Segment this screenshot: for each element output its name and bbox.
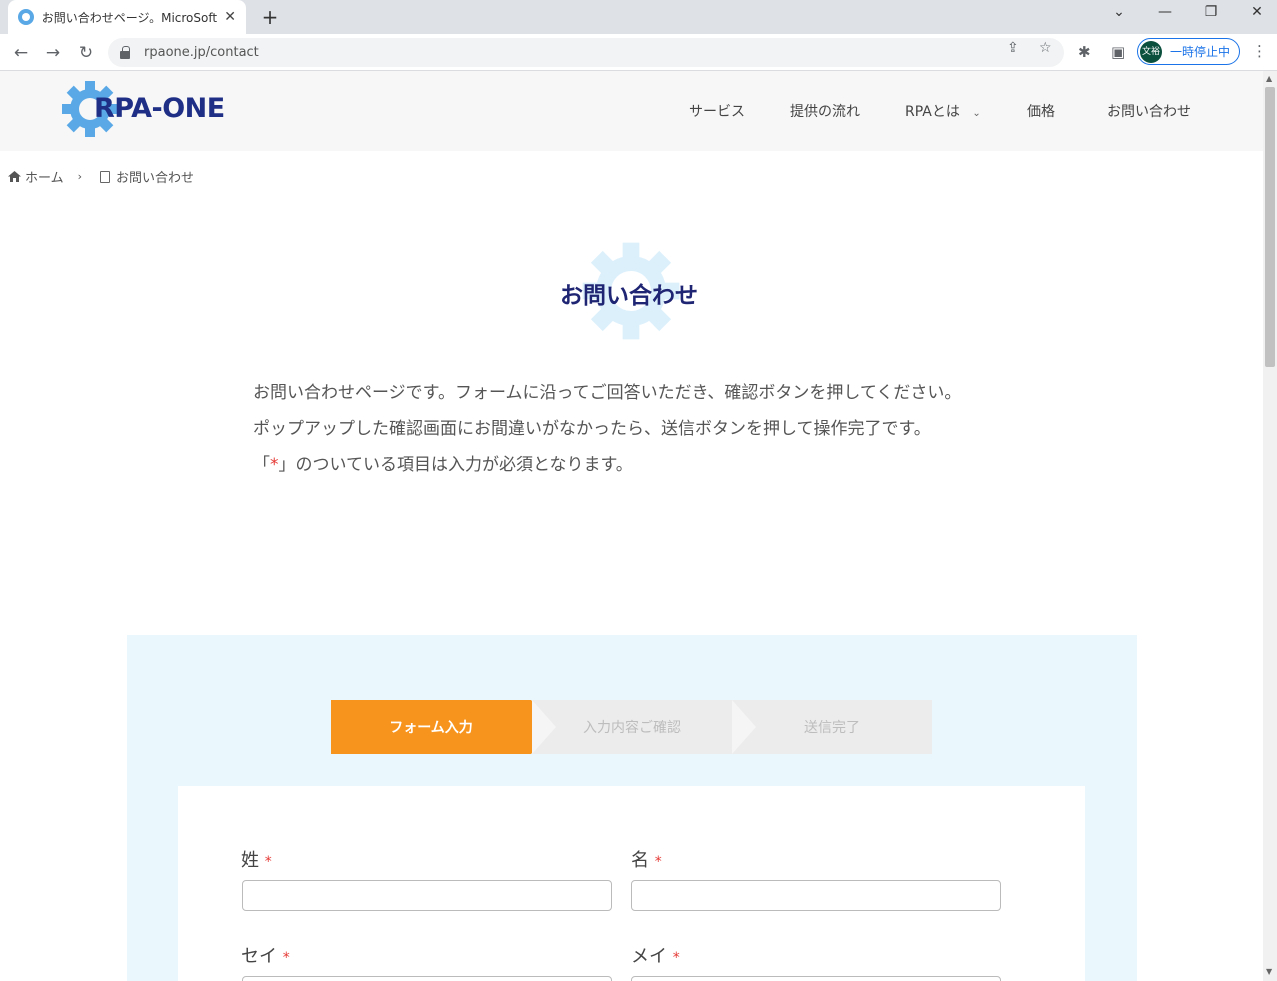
nav-item-price[interactable]: 価格 — [1027, 101, 1055, 121]
document-icon — [100, 170, 111, 183]
intro-line-3-post: 」のついている項目は入力が必須となります。 — [278, 455, 633, 475]
intro-line-1: お問い合わせページです。フォームに沿ってご回答いただき、確認ボタンを押してくださ… — [253, 383, 962, 403]
new-tab-icon[interactable]: + — [258, 5, 282, 29]
intro-text: お問い合わせページです。フォームに沿ってご回答いただき、確認ボタンを押してくださ… — [253, 375, 961, 483]
last-name-kana-label-text: セイ — [241, 946, 277, 967]
side-panel-icon[interactable]: ▣ — [1111, 43, 1125, 61]
nav-item-about-rpa-label: RPAとは — [905, 104, 960, 120]
form-card: 姓 * 名 * セイ * メイ * — [178, 786, 1085, 981]
required-mark: * — [654, 854, 662, 870]
page-viewport: RPA-ONE サービス 提供の流れ RPAとは ⌄ 価格 お問い合わせ ホーム… — [0, 71, 1263, 981]
minimize-icon[interactable]: — — [1152, 4, 1178, 20]
profile-status-label: 一時停止中 — [1170, 45, 1231, 59]
required-mark: * — [282, 950, 290, 966]
chevron-right-icon: › — [77, 170, 83, 183]
restore-icon[interactable]: ❐ — [1198, 4, 1224, 20]
first-name-kana-label: メイ * — [631, 942, 680, 968]
breadcrumb-current: お問い合わせ — [116, 171, 195, 186]
address-bar[interactable]: rpaone.jp/contact — [108, 38, 1064, 67]
last-name-input[interactable] — [242, 880, 612, 911]
nav-item-contact[interactable]: お問い合わせ — [1107, 101, 1191, 121]
close-window-icon[interactable]: ✕ — [1244, 4, 1270, 20]
scroll-down-arrow-icon[interactable]: ▼ — [1266, 967, 1272, 976]
intro-line-3-pre: 「 — [253, 455, 270, 475]
reload-icon[interactable]: ↻ — [74, 41, 98, 65]
site-header: RPA-ONE サービス 提供の流れ RPAとは ⌄ 価格 お問い合わせ — [0, 71, 1263, 151]
breadcrumb: ホーム › お問い合わせ — [8, 167, 194, 186]
scroll-up-arrow-icon[interactable]: ▲ — [1266, 74, 1272, 83]
url-text: rpaone.jp/contact — [144, 45, 259, 60]
nav-item-service[interactable]: サービス — [689, 101, 745, 121]
step-confirm: 入力内容ご確認 — [532, 700, 732, 754]
first-name-label-text: 名 — [631, 850, 649, 871]
close-tab-icon[interactable]: ✕ — [224, 9, 236, 25]
scrollbar-thumb[interactable] — [1265, 87, 1275, 367]
tab-title: お問い合わせページ。MicroSoftのRPA — [41, 10, 219, 25]
last-name-label-text: 姓 — [241, 850, 259, 871]
last-name-kana-input[interactable] — [242, 976, 612, 981]
last-name-label: 姓 * — [241, 846, 272, 872]
required-mark: * — [270, 455, 279, 475]
intro-line-2: ポップアップした確認画面にお間違いがなかったら、送信ボタンを押して操作完了です。 — [253, 419, 931, 439]
nav-item-about-rpa[interactable]: RPAとは ⌄ — [905, 101, 981, 121]
first-name-input[interactable] — [631, 880, 1001, 911]
first-name-label: 名 * — [631, 846, 662, 872]
chevron-down-icon: ⌄ — [972, 108, 981, 119]
share-icon[interactable]: ⇪ — [1007, 40, 1019, 56]
lock-icon — [120, 45, 130, 59]
bookmark-star-icon[interactable]: ☆ — [1039, 40, 1052, 56]
logo-text: RPA-ONE — [94, 93, 225, 124]
page-scrollbar[interactable]: ▲ ▼ — [1263, 71, 1277, 981]
browser-toolbar: ← → ↻ rpaone.jp/contact ⇪ ☆ ✱ ▣ 文裕 一時停止中… — [0, 34, 1277, 71]
breadcrumb-home-link[interactable]: ホーム — [25, 167, 64, 186]
forward-arrow-icon[interactable]: → — [41, 41, 65, 65]
nav-item-flow[interactable]: 提供の流れ — [790, 101, 860, 121]
step-form-input: フォーム入力 — [331, 700, 531, 754]
home-icon — [8, 171, 21, 182]
more-menu-icon[interactable]: ⋮ — [1252, 42, 1267, 60]
avatar: 文裕 — [1140, 40, 1162, 63]
required-mark: * — [264, 854, 272, 870]
site-favicon-icon — [18, 9, 34, 25]
browser-tab[interactable]: お問い合わせページ。MicroSoftのRPA ✕ — [8, 0, 246, 34]
back-arrow-icon[interactable]: ← — [9, 41, 33, 65]
last-name-kana-label: セイ * — [241, 942, 290, 968]
tab-search-chevron-icon[interactable]: ⌄ — [1106, 4, 1132, 20]
extensions-puzzle-icon[interactable]: ✱ — [1078, 43, 1091, 61]
step-notch-icon — [532, 700, 556, 754]
first-name-kana-label-text: メイ — [631, 946, 667, 967]
browser-tab-bar: お問い合わせページ。MicroSoftのRPA ✕ + ⌄ — ❐ ✕ — [0, 0, 1277, 34]
step-complete: 送信完了 — [732, 700, 932, 754]
first-name-kana-input[interactable] — [631, 976, 1001, 981]
contact-form-panel: フォーム入力 入力内容ご確認 送信完了 姓 * 名 * セイ * メイ * — [127, 635, 1137, 981]
intro-line-3: 「*」のついている項目は入力が必須となります。 — [253, 447, 961, 483]
page-title: お問い合わせ — [560, 283, 698, 309]
profile-button[interactable]: 文裕 一時停止中 — [1137, 38, 1240, 65]
required-mark: * — [672, 950, 680, 966]
page-title-block: お問い合わせ — [560, 236, 710, 346]
step-notch-icon — [732, 700, 756, 754]
site-logo[interactable]: RPA-ONE — [60, 79, 240, 139]
